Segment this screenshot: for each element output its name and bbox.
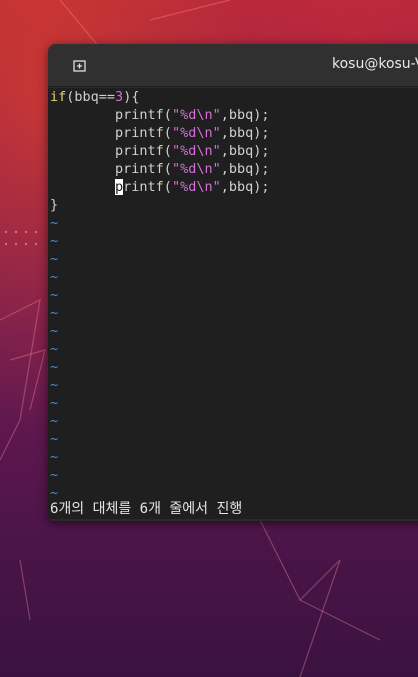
vim-status-message: 6개의 대체를 6개 줄에서 진행 [50,501,243,517]
printf-args: ,bbq); [220,107,270,123]
code-line-closing-brace: } [50,196,58,214]
if-keyword: if [50,89,67,105]
terminal-window[interactable]: kosu@kosu-V if(bbq==3){ printf("%d\n",bb… [48,44,418,521]
printf-args: ,bbq); [220,161,270,177]
empty-line-marker: ~ [50,323,59,339]
printf-call: printf( [115,125,172,141]
code-line-printf: printf("%d\n",bbq); [50,142,270,160]
code-line-printf: printf("%d\n",bbq); [50,124,270,142]
new-tab-icon [73,60,86,72]
empty-line-marker: ~ [50,215,59,231]
empty-line-marker: ~ [50,467,59,483]
empty-line-marker: ~ [50,287,59,303]
empty-line-marker: ~ [50,305,59,321]
empty-line-marker: ~ [50,395,59,411]
printf-format-string: "%d\n" [171,107,221,123]
closing-brace: } [50,197,59,213]
if-condition-number: 3 [115,89,124,105]
text-cursor[interactable]: p [115,179,124,195]
empty-line-marker: ~ [50,359,59,375]
printf-args: ,bbq); [220,125,270,141]
printf-call: rintf( [123,179,172,195]
code-line-printf-cursor: printf("%d\n",bbq); [50,178,270,196]
if-condition-open: (bbq== [66,89,116,105]
empty-line-marker: ~ [50,449,59,465]
empty-line-marker: ~ [50,377,59,393]
empty-line-marker: ~ [50,233,59,249]
window-title: kosu@kosu-V [332,56,418,72]
code-line-printf: printf("%d\n",bbq); [50,106,270,124]
printf-call: printf( [115,143,172,159]
printf-format-string: "%d\n" [171,179,221,195]
if-condition-close: ){ [123,89,140,105]
printf-call: printf( [115,161,172,177]
printf-args: ,bbq); [220,179,270,195]
printf-format-string: "%d\n" [171,143,221,159]
empty-line-marker: ~ [50,251,59,267]
empty-line-marker: ~ [50,431,59,447]
printf-args: ,bbq); [220,143,270,159]
empty-line-marker: ~ [50,413,59,429]
empty-line-marker: ~ [50,269,59,285]
empty-line-marker: ~ [50,341,59,357]
printf-format-string: "%d\n" [171,161,221,177]
printf-format-string: "%d\n" [171,125,221,141]
printf-call: printf( [115,107,172,123]
terminal-titlebar[interactable]: kosu@kosu-V [48,44,418,87]
code-line-printf: printf("%d\n",bbq); [50,160,270,178]
vim-editor[interactable]: if(bbq==3){ printf("%d\n",bbq); printf("… [48,88,418,519]
code-line-if: if(bbq==3){ [50,88,139,106]
new-tab-button[interactable] [68,54,92,78]
